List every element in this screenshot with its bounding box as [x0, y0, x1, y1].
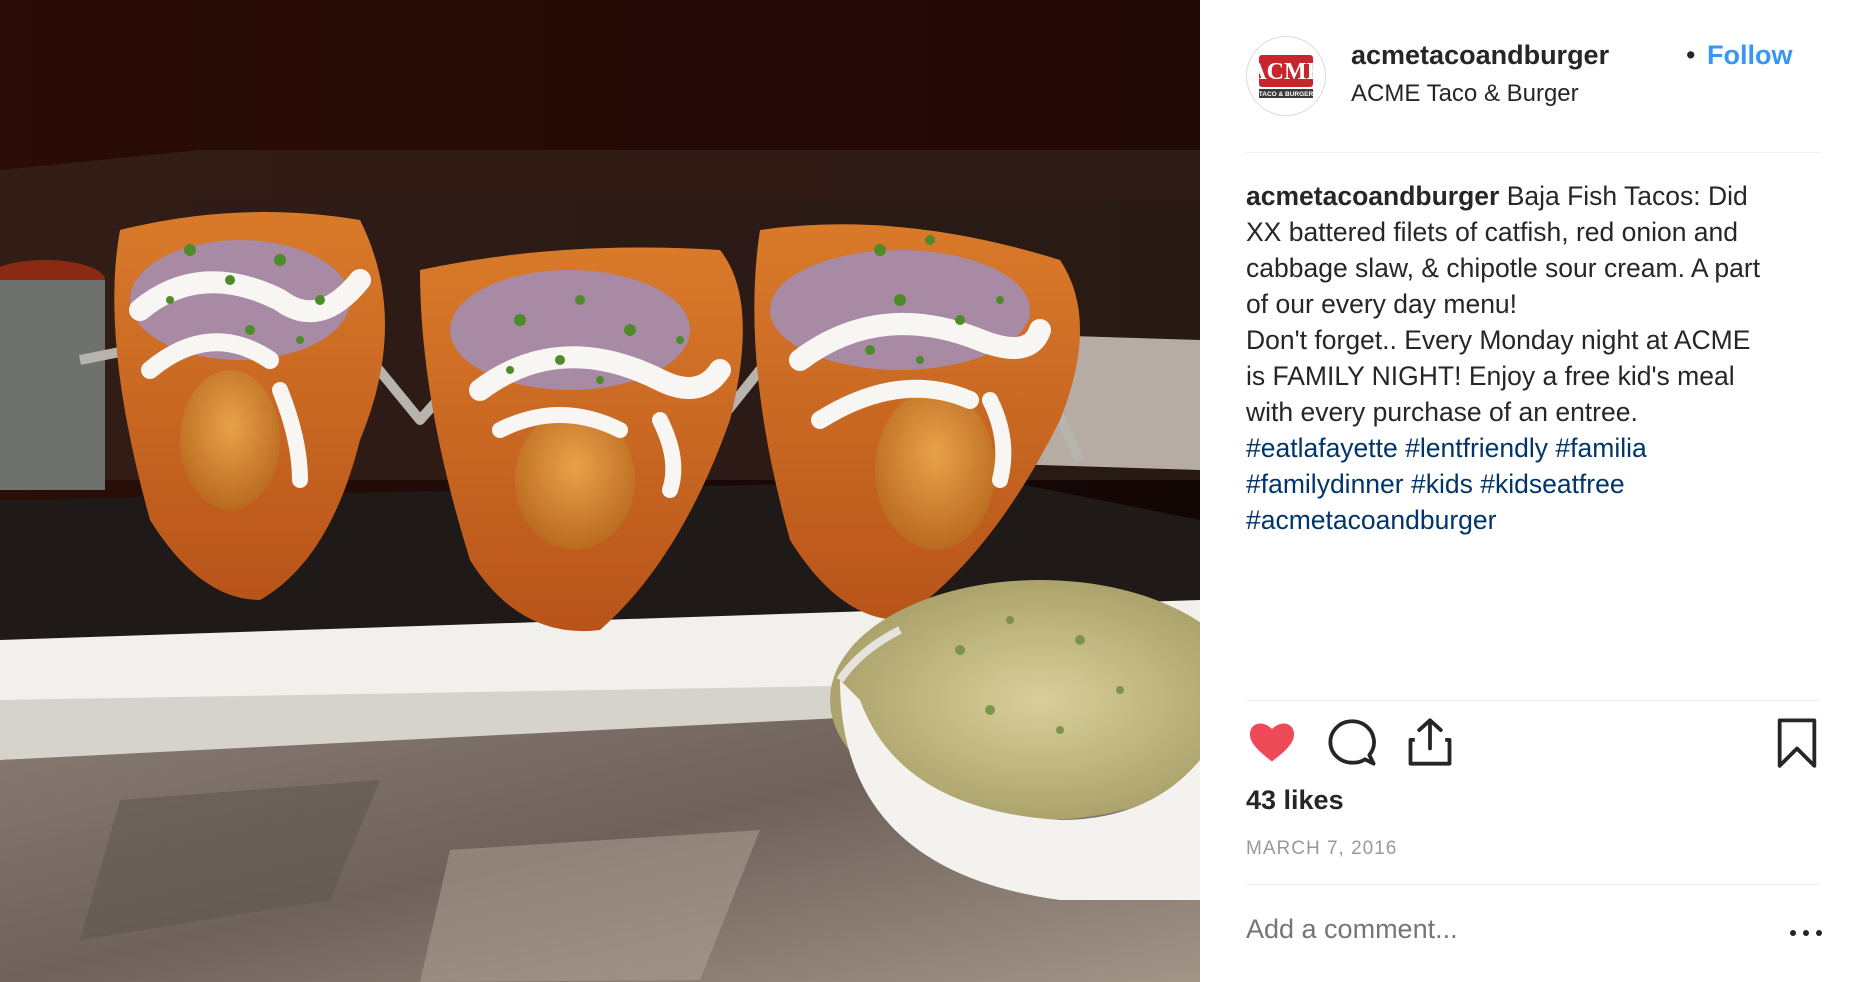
fish-tacos-photo [0, 0, 1200, 982]
caption-line: Baja Fish Tacos: Did [1506, 181, 1748, 211]
likes-count[interactable]: 43 likes [1246, 785, 1344, 816]
separator-dot: • [1686, 40, 1696, 70]
more-options-button[interactable] [1788, 918, 1824, 946]
hashtag-link[interactable]: #eatlafayette [1246, 433, 1398, 463]
like-button[interactable] [1246, 716, 1298, 768]
location-link[interactable]: ACME Taco & Burger [1351, 80, 1579, 108]
caption-line: XX battered filets of catfish, red onion… [1246, 217, 1739, 247]
hashtag-link[interactable]: #kidseatfree [1480, 469, 1624, 499]
comment-button[interactable] [1326, 716, 1378, 768]
comment-divider [1246, 884, 1821, 885]
heart-filled-icon [1249, 723, 1295, 762]
post-details-panel: ACME TACO & BURGER acmetacoandburger • F… [1200, 0, 1864, 982]
post-caption: acmetacoandburger Baja Fish Tacos: Did X… [1246, 178, 1826, 538]
logo-sub-text: TACO & BURGER [1259, 91, 1314, 98]
header-divider [1246, 152, 1821, 153]
hashtag-link[interactable]: #familia [1555, 433, 1646, 463]
caption-username[interactable]: acmetacoandburger [1246, 181, 1499, 211]
hashtag-link[interactable]: #lentfriendly [1405, 433, 1548, 463]
caption-line: with every purchase of an entree. [1246, 397, 1638, 427]
save-button[interactable] [1771, 716, 1823, 768]
caption-line: Don't forget.. Every Monday night at ACM… [1246, 325, 1751, 355]
caption-line: is FAMILY NIGHT! Enjoy a free kid's meal [1246, 361, 1735, 391]
post-date: MARCH 7, 2016 [1246, 838, 1398, 859]
hashtag-link[interactable]: #kids [1411, 469, 1473, 499]
post-header: ACME TACO & BURGER acmetacoandburger • F… [1246, 36, 1821, 128]
caption-line: cabbage slaw, & chipotle sour cream. A p… [1246, 253, 1761, 283]
hashtag-link[interactable]: #acmetacoandburger [1246, 505, 1496, 535]
post-actions [1246, 716, 1823, 776]
share-button[interactable] [1404, 716, 1456, 768]
comment-input[interactable] [1246, 914, 1686, 945]
actions-divider [1246, 700, 1821, 701]
follow-button[interactable]: Follow [1707, 40, 1792, 71]
ellipsis-dot [1790, 930, 1796, 936]
hashtag-link[interactable]: #familydinner [1246, 469, 1404, 499]
header-username[interactable]: acmetacoandburger [1351, 40, 1609, 71]
bookmark-icon [1777, 718, 1817, 768]
avatar[interactable]: ACME TACO & BURGER [1246, 36, 1326, 116]
logo-main-text: ACME [1249, 59, 1322, 85]
post-photo[interactable] [0, 0, 1200, 982]
acme-logo: ACME TACO & BURGER [1248, 38, 1324, 114]
share-upload-icon [1408, 718, 1452, 766]
ellipsis-dot [1803, 930, 1809, 936]
ellipsis-dot [1816, 930, 1822, 936]
comment-bubble-icon [1328, 719, 1376, 766]
caption-line: of our every day menu! [1246, 289, 1518, 319]
